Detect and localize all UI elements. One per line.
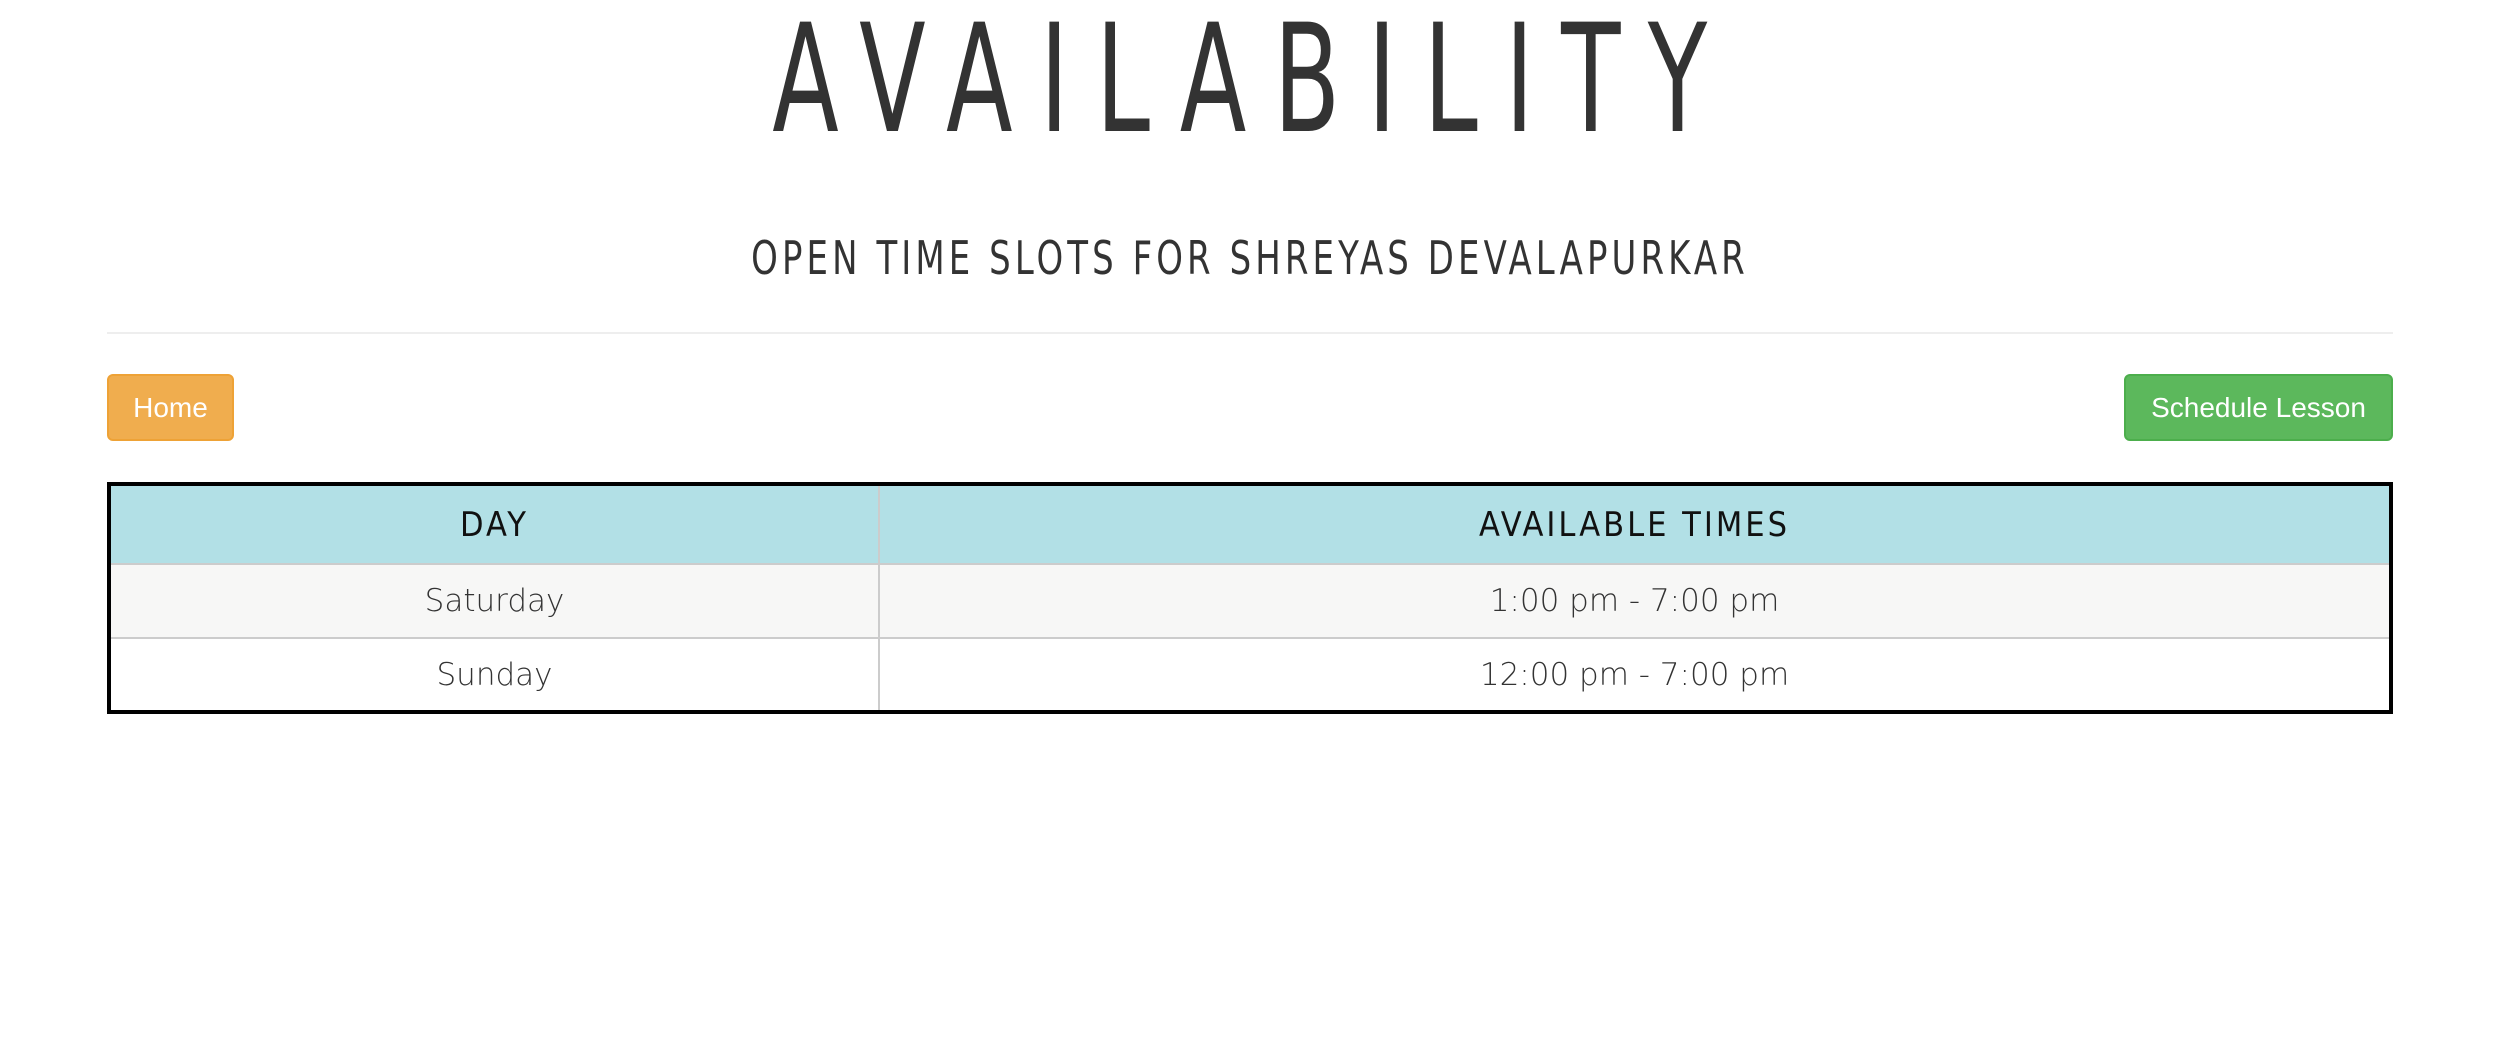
times-cell: 1:00 pm - 7:00 pm (879, 564, 2391, 639)
availability-table: DAY AVAILABLE TIMES Saturday 1:00 pm - 7… (107, 482, 2393, 714)
page: AVAILABILITY OPEN TIME SLOTS FOR SHREYAS… (0, 0, 2500, 1038)
times-cell: 12:00 pm - 7:00 pm (879, 638, 2391, 712)
table-header-row: DAY AVAILABLE TIMES (109, 484, 2391, 565)
page-subtitle: OPEN TIME SLOTS FOR SHREYAS DEVALAPURKAR (751, 231, 1749, 285)
day-cell: Sunday (109, 638, 880, 712)
day-cell: Saturday (109, 564, 880, 639)
page-title: AVAILABILITY (772, 0, 1735, 167)
table-row: Saturday 1:00 pm - 7:00 pm (109, 564, 2391, 639)
header-divider (107, 332, 2393, 334)
table-row: Sunday 12:00 pm - 7:00 pm (109, 638, 2391, 712)
column-header-available-times: AVAILABLE TIMES (879, 484, 2391, 565)
schedule-lesson-button[interactable]: Schedule Lesson (2124, 374, 2393, 441)
column-header-day: DAY (109, 484, 880, 565)
home-button[interactable]: Home (107, 374, 234, 441)
